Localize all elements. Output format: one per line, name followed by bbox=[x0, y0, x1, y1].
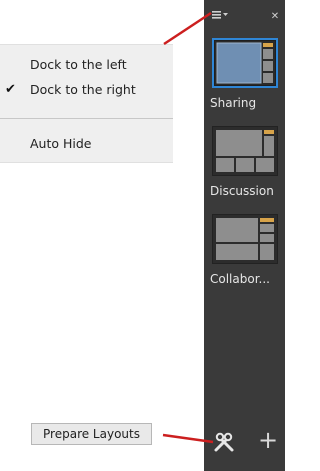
layout-discussion[interactable]: Discussion bbox=[210, 126, 280, 198]
layout-title: Discussion bbox=[210, 184, 274, 198]
layout-collaboration[interactable]: Collabor... bbox=[210, 214, 280, 286]
layout-title: Sharing bbox=[210, 96, 257, 110]
layout-thumbnail-discussion bbox=[212, 126, 278, 176]
hamburger-menu-icon[interactable] bbox=[211, 9, 233, 23]
layout-sharing[interactable]: Sharing bbox=[210, 38, 280, 110]
checkmark-icon: ✔ bbox=[5, 81, 16, 97]
layout-thumbnail-sharing bbox=[212, 38, 278, 88]
dock-header: ✕ bbox=[204, 0, 285, 28]
layout-title: Collabor... bbox=[210, 272, 270, 286]
layouts-dock: ✕ Sharing Discussion Collabor... bbox=[204, 0, 285, 471]
dock-options-menu: Dock to the left ✔ Dock to the right Aut… bbox=[0, 44, 173, 163]
tools-icon[interactable] bbox=[213, 431, 235, 453]
plus-icon[interactable]: + bbox=[258, 428, 278, 452]
menu-item-dock-right[interactable]: ✔ Dock to the right bbox=[0, 77, 173, 101]
menu-item-auto-hide[interactable]: Auto Hide bbox=[0, 131, 173, 155]
menu-item-label: Dock to the right bbox=[30, 81, 136, 97]
menu-separator bbox=[0, 118, 173, 119]
menu-item-label: Auto Hide bbox=[30, 135, 92, 151]
prepare-layouts-tooltip: Prepare Layouts bbox=[31, 423, 152, 445]
close-icon[interactable]: ✕ bbox=[270, 12, 280, 22]
layout-thumbnail-collaboration bbox=[212, 214, 278, 264]
menu-item-dock-left[interactable]: Dock to the left bbox=[0, 52, 173, 76]
menu-item-label: Dock to the left bbox=[30, 56, 127, 72]
